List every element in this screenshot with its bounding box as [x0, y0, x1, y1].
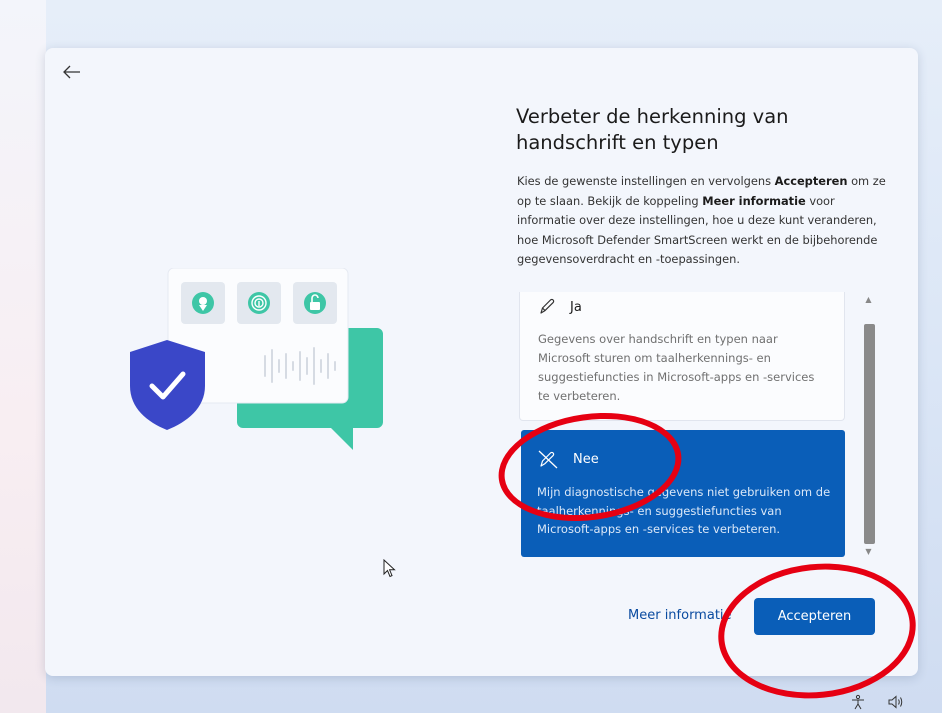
option-ja[interactable]: Ja Gegevens over handschrift en typen na…: [519, 292, 845, 421]
options-scrollbar[interactable]: ▲ ▼: [861, 292, 876, 560]
scroll-down-icon[interactable]: ▼: [863, 546, 874, 558]
page-title: Verbeter de herkenning van handschrift e…: [516, 105, 789, 154]
arrow-left-icon: [63, 65, 80, 79]
pen-off-icon: [538, 450, 558, 469]
privacy-illustration: [125, 267, 395, 458]
accessibility-icon[interactable]: [850, 694, 866, 710]
more-info-link[interactable]: Meer informatie: [628, 608, 732, 623]
option-ja-label: Ja: [570, 299, 582, 315]
scroll-thumb[interactable]: [864, 324, 875, 544]
option-nee[interactable]: Nee Mijn diagnostische gegevens niet geb…: [521, 430, 845, 557]
options-list: Ja Gegevens over handschrift en typen na…: [519, 292, 853, 560]
volume-icon[interactable]: [887, 694, 905, 710]
back-button[interactable]: [57, 58, 87, 86]
mouse-cursor-icon: [383, 559, 396, 578]
page-description: Kies de gewenste instellingen en vervolg…: [517, 174, 886, 266]
accept-button[interactable]: Accepteren: [754, 598, 875, 635]
option-nee-text: Mijn diagnostische gegevens niet gebruik…: [537, 485, 831, 536]
pen-icon: [540, 298, 555, 314]
scroll-up-icon[interactable]: ▲: [863, 294, 874, 306]
oobe-dialog: Verbeter de herkenning van handschrift e…: [45, 48, 918, 676]
desktop-background: [0, 0, 46, 713]
option-nee-label: Nee: [573, 451, 599, 467]
option-ja-text: Gegevens over handschrift en typen naar …: [538, 332, 815, 403]
